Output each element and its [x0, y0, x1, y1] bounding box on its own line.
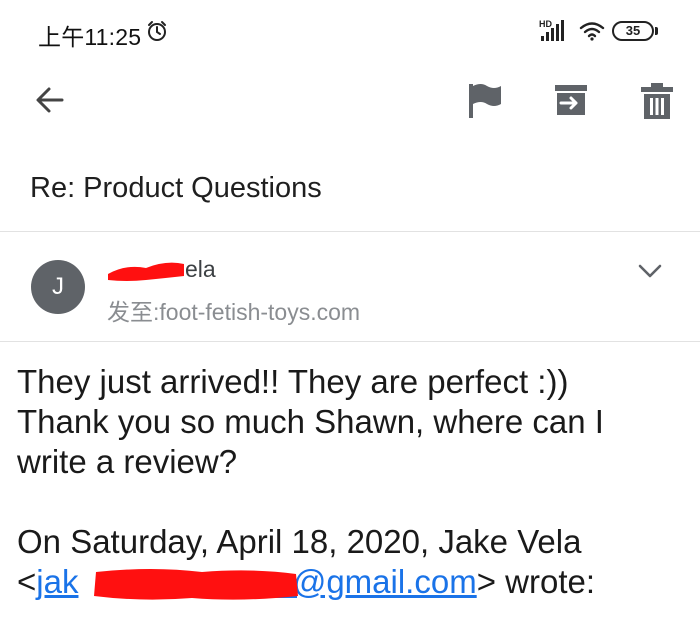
arrow-back-icon[interactable]	[34, 84, 66, 116]
trash-icon[interactable]	[640, 82, 674, 120]
network-type-label: HD	[539, 19, 552, 29]
sender-name-visible: ela	[185, 256, 216, 282]
redaction-mark	[94, 569, 298, 600]
quote-open-bracket: <	[17, 563, 37, 600]
chevron-down-icon[interactable]	[637, 262, 663, 280]
wifi-icon	[579, 22, 605, 41]
cellular-signal-icon: HD	[539, 19, 564, 41]
email-view: 上午11:25 HD 35 Re: Product Questions J el…	[0, 0, 700, 636]
toolbar	[0, 62, 700, 142]
recipient-line: 发至:foot-fetish-toys.com	[107, 299, 361, 325]
status-bar: 上午11:25 HD 35	[0, 0, 700, 62]
sender-avatar[interactable]: J	[31, 260, 85, 314]
email-subject: Re: Product Questions	[30, 172, 322, 204]
email-suffix: n@gmail.com	[274, 563, 477, 600]
body-line-2: Thank you so much Shawn, where can I	[17, 403, 604, 440]
quoted-header: On Saturday, April 18, 2020, Jake Vela <…	[17, 522, 697, 602]
archive-icon[interactable]	[554, 84, 588, 116]
email-body: They just arrived!! They are perfect :))…	[17, 362, 687, 482]
battery-nub	[655, 27, 658, 35]
email-prefix: jak	[36, 563, 79, 600]
alarm-clock-icon	[148, 21, 166, 41]
flag-icon[interactable]	[467, 82, 503, 120]
status-time: 上午11:25	[38, 24, 142, 50]
quote-wrote: > wrote:	[476, 563, 596, 600]
quote-line-1: On Saturday, April 18, 2020, Jake Vela	[17, 523, 582, 560]
body-line-1: They just arrived!! They are perfect :))	[17, 363, 569, 400]
battery-level: 35	[625, 23, 641, 38]
body-line-3: write a review?	[17, 443, 238, 480]
redaction-mark	[108, 262, 184, 281]
subject-divider	[0, 231, 700, 232]
header-divider	[0, 341, 700, 342]
battery-indicator: 35	[612, 21, 654, 41]
